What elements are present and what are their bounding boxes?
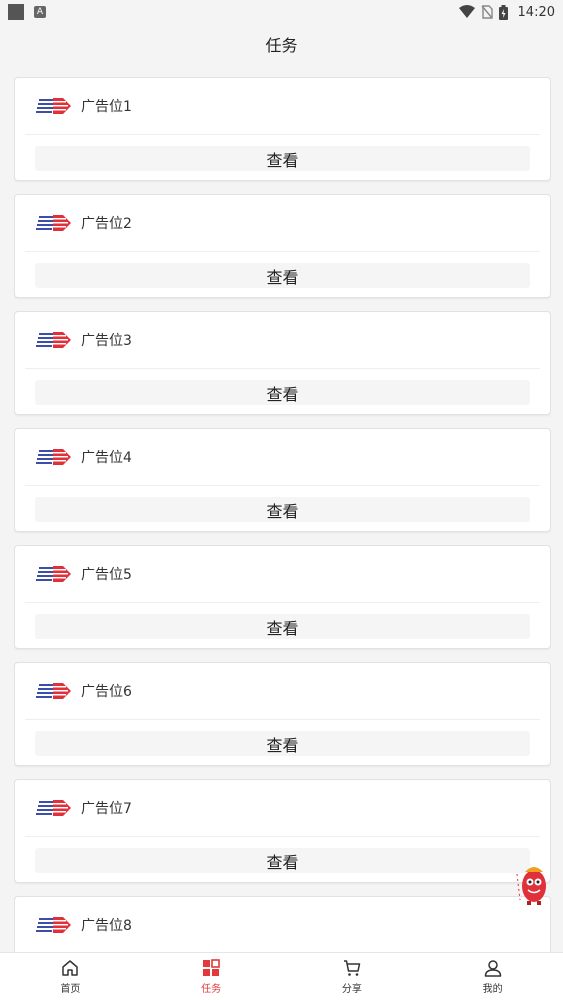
- brand-logo-icon: [36, 332, 71, 348]
- bottom-tab-bar: 首页 任务 分享 我的: [0, 952, 563, 1000]
- task-card: 广告位4 查看: [14, 428, 551, 532]
- tab-home[interactable]: 首页: [0, 953, 141, 1000]
- card-label: 广告位7: [81, 801, 132, 817]
- card-label: 广告位1: [81, 99, 132, 115]
- task-card: 广告位3 查看: [14, 311, 551, 415]
- task-card: 广告位6 查看: [14, 662, 551, 766]
- view-button[interactable]: 查看: [35, 614, 530, 639]
- task-list[interactable]: 广告位1 查看 广告位2 查看 广告位3 查看 广告位4 查看 广告位5 查看 …: [14, 77, 551, 953]
- task-card: 广告位1 查看: [14, 77, 551, 181]
- tab-profile[interactable]: 我的: [422, 953, 563, 1000]
- tab-label: 首页: [60, 984, 81, 995]
- task-card: 广告位2 查看: [14, 194, 551, 298]
- card-label: 广告位4: [81, 450, 132, 466]
- view-button[interactable]: 查看: [35, 731, 530, 756]
- card-label: 广告位8: [81, 918, 132, 934]
- view-button[interactable]: 查看: [35, 497, 530, 522]
- page-header: 任务: [0, 24, 563, 64]
- brand-logo-icon: [36, 800, 71, 816]
- brand-logo-icon: [36, 566, 71, 582]
- status-bar: A 14:20: [0, 0, 563, 24]
- view-button[interactable]: 查看: [35, 380, 530, 405]
- brand-logo-icon: [36, 449, 71, 465]
- notification-icon: [8, 4, 24, 20]
- grid-icon: [203, 959, 220, 976]
- brand-logo-icon: [36, 917, 71, 933]
- tab-tasks[interactable]: 任务: [141, 953, 282, 1000]
- card-label: 广告位5: [81, 567, 132, 583]
- clock: 14:20: [517, 4, 555, 20]
- tab-share[interactable]: 分享: [282, 953, 423, 1000]
- wifi-icon: [458, 5, 475, 18]
- home-icon: [62, 960, 79, 976]
- battery-icon: [498, 4, 508, 20]
- task-card: 广告位8 查看: [14, 896, 551, 953]
- app-badge-icon: A: [34, 6, 46, 18]
- cart-icon: [343, 960, 361, 976]
- page-title: 任务: [265, 36, 298, 55]
- no-sim-icon: [480, 5, 493, 19]
- task-card: 广告位5 查看: [14, 545, 551, 649]
- user-icon: [484, 960, 501, 977]
- tab-label: 分享: [341, 984, 362, 995]
- tab-label: 任务: [201, 984, 222, 995]
- view-button[interactable]: 查看: [35, 848, 530, 873]
- brand-logo-icon: [36, 215, 71, 231]
- brand-logo-icon: [36, 98, 71, 114]
- view-button[interactable]: 查看: [35, 263, 530, 288]
- brand-logo-icon: [36, 683, 71, 699]
- floating-mascot-icon[interactable]: [513, 860, 553, 906]
- task-card: 广告位7 查看: [14, 779, 551, 883]
- view-button[interactable]: 查看: [35, 146, 530, 171]
- tab-label: 我的: [482, 984, 503, 995]
- card-label: 广告位3: [81, 333, 132, 349]
- card-label: 广告位2: [81, 216, 132, 232]
- card-label: 广告位6: [81, 684, 132, 700]
